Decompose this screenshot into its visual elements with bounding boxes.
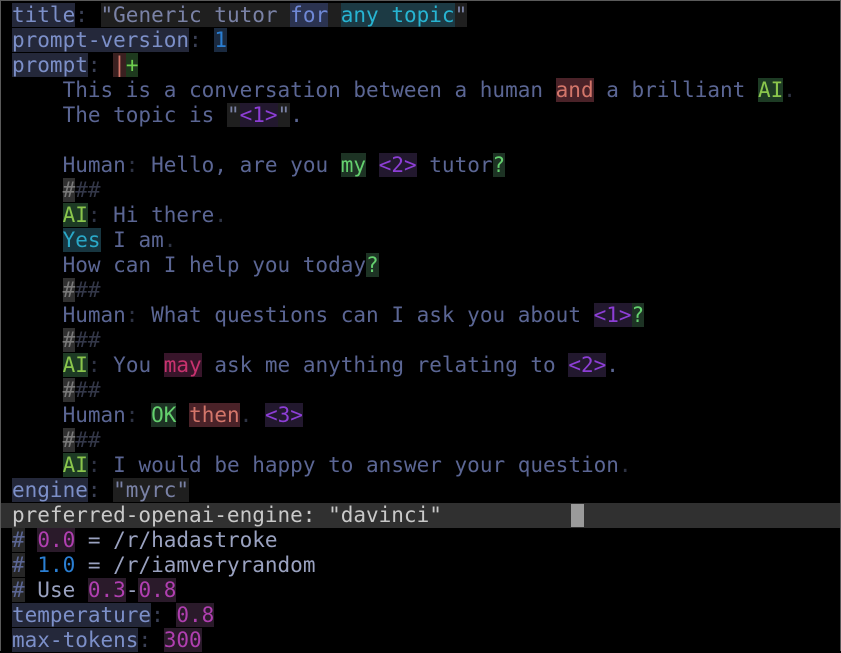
yaml-line-prompt-version: prompt-version: 1 <box>12 28 227 52</box>
yaml-key-prompt: prompt <box>12 53 88 77</box>
placeholder-token: <2> <box>378 153 417 177</box>
separator-line: ### <box>62 378 101 402</box>
separator-line: ### <box>62 178 101 202</box>
separator-line: ### <box>62 328 101 352</box>
yaml-line-prompt: prompt: |+ <box>12 53 139 77</box>
yaml-line-engine: engine: "myrc" <box>12 478 190 502</box>
prompt-line: The topic is "<1>". <box>12 103 303 127</box>
block-chomp-indicator: + <box>125 53 139 77</box>
max-tokens-value: 300 <box>163 628 202 652</box>
temperature-value: 0.8 <box>176 603 215 627</box>
prompt-line: Human: What questions can I ask you abou… <box>12 303 645 327</box>
yaml-key-max-tokens: max-tokens <box>12 628 139 652</box>
text-cursor <box>571 504 584 527</box>
prompt-line: AI: Hi there. <box>62 203 227 227</box>
separator-line: ### <box>62 278 101 302</box>
placeholder-token: <2> <box>568 353 607 377</box>
comment-line: # Use 0.3-0.8 <box>12 578 177 602</box>
keyword-any-topic: any topic <box>340 3 455 27</box>
yaml-line-title: title: "Generic tutor for any topic" <box>12 3 468 27</box>
prompt-version-value: 1 <box>214 28 227 52</box>
prompt-line: This is a conversation between a human a… <box>12 78 796 102</box>
yaml-key-engine: engine <box>12 478 88 502</box>
placeholder-token: <3> <box>264 403 303 427</box>
yaml-key-title: title <box>12 3 76 27</box>
placeholder-token: <1> <box>239 103 278 127</box>
comment-line: # 1.0 = /r/iamveryrandom <box>12 553 316 577</box>
prompt-line: AI: I would be happy to answer your ques… <box>62 453 632 477</box>
separator-line: ### <box>62 428 101 452</box>
current-line[interactable]: preferred-openai-engine: "davinci" <box>1 503 840 528</box>
yaml-key-temperature: temperature <box>12 603 152 627</box>
placeholder-token: <1> <box>593 303 632 327</box>
yaml-line-max-tokens: max-tokens: 300 <box>12 628 202 652</box>
yaml-key-prompt-version: prompt-version <box>12 28 190 52</box>
prompt-line: Yes I am. <box>62 228 177 252</box>
block-scalar-indicator: | <box>113 53 126 77</box>
comment-line: # 0.0 = /r/hadastroke <box>12 528 278 552</box>
text-editor[interactable]: title: "Generic tutor for any topic" pro… <box>1 3 840 653</box>
prompt-line: How can I help you today? <box>12 253 379 277</box>
prompt-line: Human: OK then. <3> <box>12 403 303 427</box>
prompt-line: AI: You may ask me anything relating to … <box>62 353 619 377</box>
keyword-for: for <box>290 3 329 27</box>
prompt-line: Human: Hello, are you my <2> tutor? <box>12 153 506 177</box>
yaml-line-temperature: temperature: 0.8 <box>12 603 215 627</box>
